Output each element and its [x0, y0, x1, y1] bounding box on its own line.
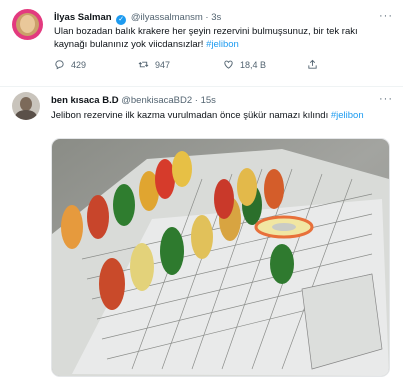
author-name[interactable]: İlyas Salman — [54, 12, 112, 23]
tweet-text-line: kaynağı bulanınız yok viicdansızlar! — [54, 38, 207, 50]
like-icon — [224, 60, 233, 69]
tweet-text: Ulan bozadan balık krakere her şeyin rez… — [54, 26, 358, 51]
timestamp[interactable]: 3s — [211, 12, 221, 23]
gummy-bears-image — [52, 139, 389, 376]
more-options-button[interactable]: ··· — [379, 93, 393, 105]
retweet-button[interactable]: 947 — [138, 59, 170, 70]
tweet-header: İlyas Salman ✓ @ilyassalmansm · 3s — [54, 12, 221, 25]
tweet-text-line: Ulan bozadan balık krakere her şeyin rez… — [54, 26, 358, 37]
tweet-header: ben kısaca B.D @benkisacaBD2 · 15s — [51, 95, 216, 107]
author-handle[interactable]: @ilyassalmansm — [131, 12, 203, 23]
hashtag-link[interactable]: #jelibon — [331, 110, 364, 121]
separator: · — [194, 95, 198, 106]
author-name[interactable]: ben kısaca B.D — [51, 95, 119, 106]
retweet-icon — [138, 61, 149, 68]
avatar[interactable] — [12, 9, 43, 40]
separator: · — [205, 12, 209, 23]
hashtag-link[interactable]: #jelibon — [206, 39, 239, 50]
like-button[interactable]: 18,4 B — [223, 59, 266, 70]
share-button[interactable] — [307, 59, 318, 70]
reply-button[interactable]: 429 — [54, 59, 86, 70]
tweet-text: Jelibon rezervine ilk kazma vurulmadan ö… — [51, 110, 364, 123]
tweet-actions: 429 947 18,4 B — [54, 59, 394, 73]
timestamp[interactable]: 15s — [201, 95, 216, 106]
retweet-count: 947 — [155, 59, 171, 70]
verified-icon: ✓ — [116, 15, 127, 25]
reply-icon — [55, 60, 64, 70]
more-options-button[interactable]: ··· — [379, 10, 393, 22]
avatar[interactable] — [12, 92, 40, 120]
tweet[interactable]: İlyas Salman ✓ @ilyassalmansm · 3s ··· U… — [0, 0, 403, 87]
share-icon — [308, 59, 317, 69]
tweet-text-line: Jelibon rezervine ilk kazma vurulmadan ö… — [51, 110, 331, 121]
like-count: 18,4 B — [240, 59, 267, 70]
tweet-photo[interactable] — [51, 138, 390, 377]
reply-count: 429 — [71, 59, 87, 70]
author-handle[interactable]: @benkisacaBD2 — [121, 95, 192, 106]
